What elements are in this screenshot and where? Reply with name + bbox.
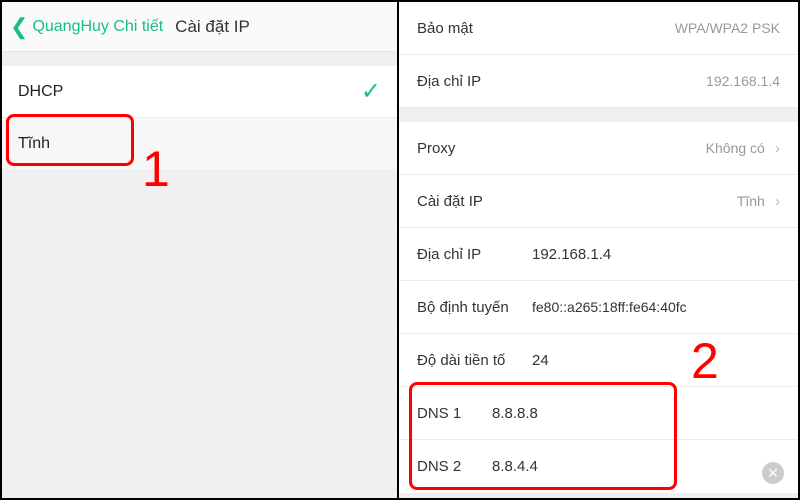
header-bar: ❮ QuangHuy Chi tiết Cài đặt IP	[2, 2, 397, 52]
back-icon[interactable]: ❮	[10, 14, 28, 40]
proxy-label: Proxy	[417, 140, 455, 157]
check-icon: ✓	[361, 77, 381, 106]
ip-setting-value: Tĩnh	[737, 193, 765, 209]
row-prefix[interactable]: Độ dài tiền tố 24	[399, 334, 798, 387]
router-value: fe80::a265:18ff:fe64:40fc	[532, 299, 687, 315]
row-router[interactable]: Bộ định tuyến fe80::a265:18ff:fe64:40fc	[399, 281, 798, 334]
prefix-label: Độ dài tiền tố	[417, 352, 532, 369]
row-proxy[interactable]: Proxy Không có ›	[399, 122, 798, 175]
row-dns2[interactable]: DNS 2 8.8.4.4	[399, 440, 798, 493]
security-value: WPA/WPA2 PSK	[675, 20, 780, 36]
ip-top-label: Địa chỉ IP	[417, 73, 481, 90]
dns2-value: 8.8.4.4	[492, 458, 538, 475]
ip-setting-label: Cài đặt IP	[417, 193, 483, 210]
ip-address-value: 192.168.1.4	[532, 246, 611, 263]
row-ip-address[interactable]: Địa chỉ IP 192.168.1.4	[399, 228, 798, 281]
proxy-value: Không có	[706, 140, 765, 156]
option-static[interactable]: Tĩnh	[2, 118, 397, 170]
option-dhcp[interactable]: DHCP ✓	[2, 66, 397, 118]
ip-address-label: Địa chỉ IP	[417, 246, 532, 263]
row-dns1[interactable]: DNS 1 8.8.8.8	[399, 387, 798, 440]
page-title: Cài đặt IP	[175, 17, 250, 37]
section-gap	[399, 108, 798, 122]
left-pane: ❮ QuangHuy Chi tiết Cài đặt IP DHCP ✓ Tĩ…	[2, 2, 399, 498]
close-icon[interactable]: ✕	[762, 462, 784, 484]
chevron-right-icon: ›	[775, 140, 780, 157]
back-label[interactable]: QuangHuy Chi tiết	[32, 18, 163, 36]
chevron-right-icon: ›	[775, 193, 780, 210]
dns1-value: 8.8.8.8	[492, 405, 538, 422]
option-static-label: Tĩnh	[18, 135, 50, 153]
right-pane: Bảo mật WPA/WPA2 PSK Địa chỉ IP 192.168.…	[399, 2, 798, 498]
ip-mode-list: DHCP ✓ Tĩnh	[2, 66, 397, 170]
security-label: Bảo mật	[417, 20, 473, 37]
row-security[interactable]: Bảo mật WPA/WPA2 PSK	[399, 2, 798, 55]
option-dhcp-label: DHCP	[18, 83, 63, 101]
dns1-label: DNS 1	[417, 405, 492, 422]
prefix-value: 24	[532, 352, 549, 369]
row-ip-top[interactable]: Địa chỉ IP 192.168.1.4	[399, 55, 798, 108]
router-label: Bộ định tuyến	[417, 299, 532, 316]
row-ip-setting[interactable]: Cài đặt IP Tĩnh ›	[399, 175, 798, 228]
ip-top-value: 192.168.1.4	[706, 73, 780, 89]
dns2-label: DNS 2	[417, 458, 492, 475]
